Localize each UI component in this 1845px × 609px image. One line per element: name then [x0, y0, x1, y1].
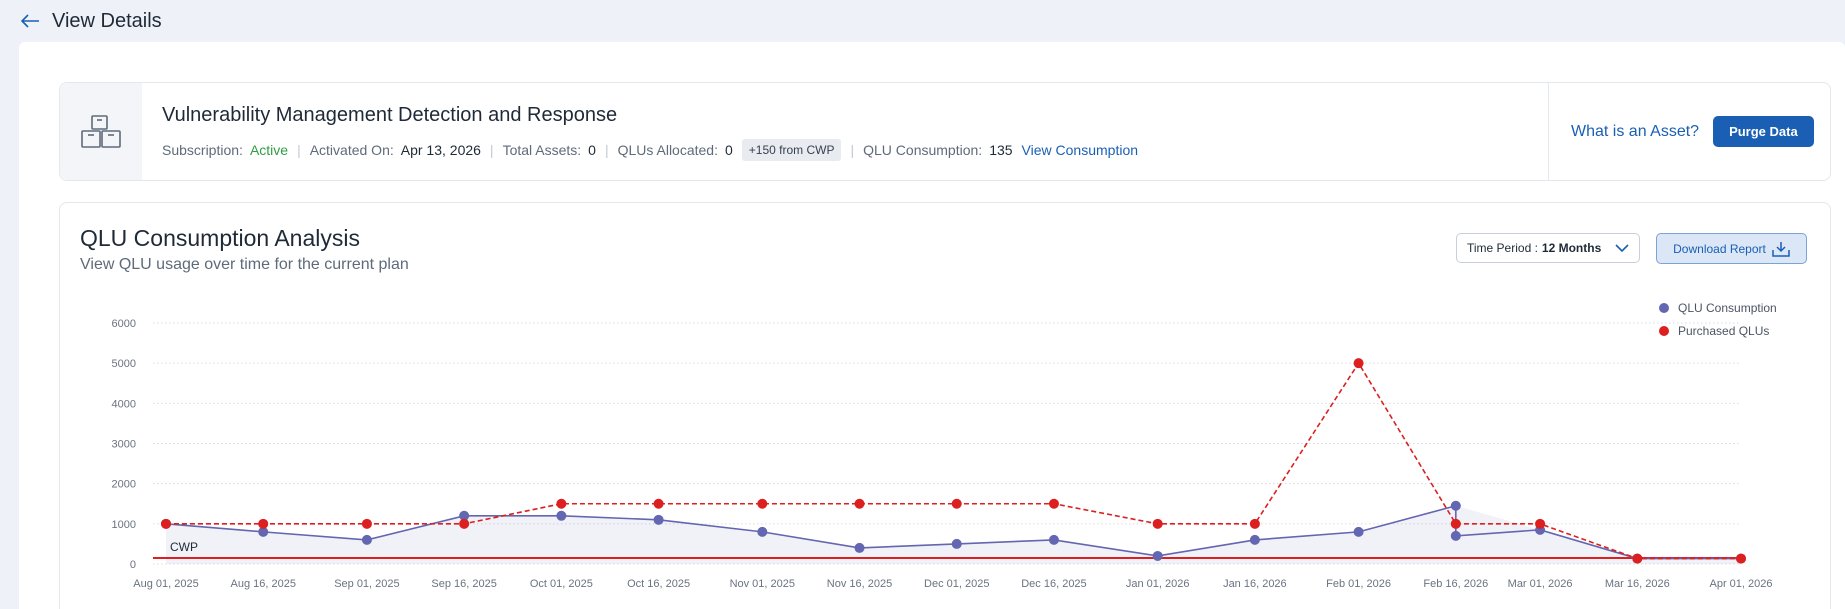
x-tick-label: Feb 01, 2026 — [1326, 578, 1391, 590]
qlu-consumption-chart: 0 1000 2000 3000 4000 5000 6000 Aug 01, 2025 Aug… — [112, 301, 1777, 590]
x-tick-label: Oct 16, 2025 — [627, 578, 690, 590]
x-tick-label: Apr 01, 2026 — [1710, 578, 1773, 590]
data-point-purchased-qlus — [1632, 553, 1643, 564]
y-tick-label: 2000 — [112, 479, 136, 491]
total-assets-label: Total Assets — [502, 142, 578, 158]
data-point-purchased-qlus — [951, 498, 962, 509]
x-tick-label: Nov 01, 2025 — [730, 578, 795, 590]
x-tick-label: Mar 16, 2026 — [1605, 578, 1670, 590]
data-point-purchased-qlus — [556, 498, 567, 509]
page-title: View Details — [52, 9, 162, 32]
legend-swatch — [1659, 326, 1669, 336]
y-tick-label: 4000 — [112, 398, 136, 410]
data-point-qlu-consumption — [1152, 550, 1163, 561]
qlu-consumption-value: 135 — [989, 142, 1013, 158]
cwp-badge: +150 from CWP — [741, 139, 842, 161]
data-point-purchased-qlus — [459, 518, 470, 529]
data-point-purchased-qlus — [161, 518, 171, 529]
data-point-purchased-qlus — [361, 518, 372, 529]
data-point-purchased-qlus — [1048, 498, 1059, 509]
data-point-purchased-qlus — [1353, 358, 1364, 369]
x-tick-label: Dec 16, 2025 — [1021, 578, 1086, 590]
x-tick-label: Mar 01, 2026 — [1508, 578, 1573, 590]
x-tick-label: Oct 01, 2025 — [530, 578, 593, 590]
meta-separator: | — [850, 142, 855, 158]
data-point-purchased-qlus — [1249, 518, 1260, 529]
total-assets-value: 0 — [588, 142, 596, 158]
arrow-left-icon[interactable] — [20, 13, 40, 29]
meta-separator: | — [604, 142, 609, 158]
product-info: Vulnerability Management Detection and R… — [142, 83, 1548, 180]
view-consumption-link[interactable]: View Consumption — [1022, 142, 1138, 158]
product-card: Vulnerability Management Detection and R… — [59, 82, 1831, 181]
data-point-purchased-qlus — [1535, 518, 1546, 529]
x-tick-label: Aug 01, 2025 — [133, 578, 198, 590]
activated-label: Activated On — [309, 142, 390, 158]
data-point-purchased-qlus — [1152, 518, 1163, 529]
x-tick-label: Aug 16, 2025 — [230, 578, 295, 590]
purge-data-button[interactable]: Purge Data — [1713, 116, 1814, 147]
data-point-qlu-consumption — [556, 510, 567, 521]
data-point-qlu-consumption — [951, 538, 962, 549]
x-tick-label: Nov 16, 2025 — [827, 578, 892, 590]
y-tick-label: 5000 — [112, 358, 136, 370]
meta-separator: | — [489, 142, 494, 158]
data-point-qlu-consumption — [1450, 500, 1461, 511]
what-is-asset-link[interactable]: What is an Asset? — [1571, 123, 1699, 141]
data-point-qlu-consumption — [1249, 534, 1260, 545]
boxes-icon — [81, 114, 121, 148]
subscription-status: Active — [249, 142, 289, 158]
y-tick-label: 3000 — [112, 439, 136, 451]
legend-label: Purchased QLUs — [1678, 324, 1769, 338]
product-meta-row: Subscription: Active | Activated On: Apr… — [162, 139, 1548, 161]
data-point-qlu-consumption — [1450, 530, 1461, 541]
x-tick-label: Feb 16, 2026 — [1423, 578, 1488, 590]
qlus-allocated-label: QLUs Allocated — [617, 142, 715, 158]
product-title: Vulnerability Management Detection and R… — [162, 104, 618, 126]
cwp-reference-label: CWP — [170, 540, 198, 554]
product-icon-box — [60, 83, 142, 180]
data-point-qlu-consumption — [854, 542, 865, 553]
data-point-purchased-qlus — [258, 518, 269, 529]
x-tick-label: Sep 16, 2025 — [431, 578, 496, 590]
consumption-area — [166, 505, 1741, 564]
data-point-qlu-consumption — [1353, 526, 1364, 537]
y-tick-label: 1000 — [112, 519, 136, 531]
analysis-card: QLU Consumption Analysis View QLU usage … — [59, 202, 1831, 609]
data-point-purchased-qlus — [653, 498, 664, 509]
subscription-label: Subscription — [162, 142, 240, 158]
top-bar: View Details — [0, 0, 1845, 42]
x-tick-label: Jan 01, 2026 — [1126, 578, 1190, 590]
x-tick-label: Dec 01, 2025 — [924, 578, 989, 590]
data-point-purchased-qlus — [1450, 518, 1461, 529]
qlus-allocated-value: 0 — [724, 142, 733, 158]
data-point-qlu-consumption — [653, 514, 664, 525]
x-tick-label: Jan 16, 2026 — [1223, 578, 1287, 590]
activated-date: Apr 13, 2026 — [400, 142, 481, 158]
legend-label: QLU Consumption — [1678, 301, 1777, 315]
data-point-qlu-consumption — [757, 526, 768, 537]
data-point-qlu-consumption — [361, 534, 372, 545]
data-point-qlu-consumption — [1048, 534, 1059, 545]
meta-separator: | — [297, 142, 301, 158]
x-tick-label: Sep 01, 2025 — [334, 578, 399, 590]
qlu-consumption-label: QLU Consumption — [863, 142, 979, 158]
data-point-purchased-qlus — [757, 498, 768, 509]
y-tick-label: 6000 — [112, 318, 136, 330]
legend-swatch — [1659, 303, 1669, 313]
data-point-purchased-qlus — [1736, 553, 1746, 564]
y-tick-label: 0 — [130, 559, 136, 571]
product-actions: What is an Asset? Purge Data — [1548, 83, 1830, 180]
data-point-purchased-qlus — [854, 498, 865, 509]
